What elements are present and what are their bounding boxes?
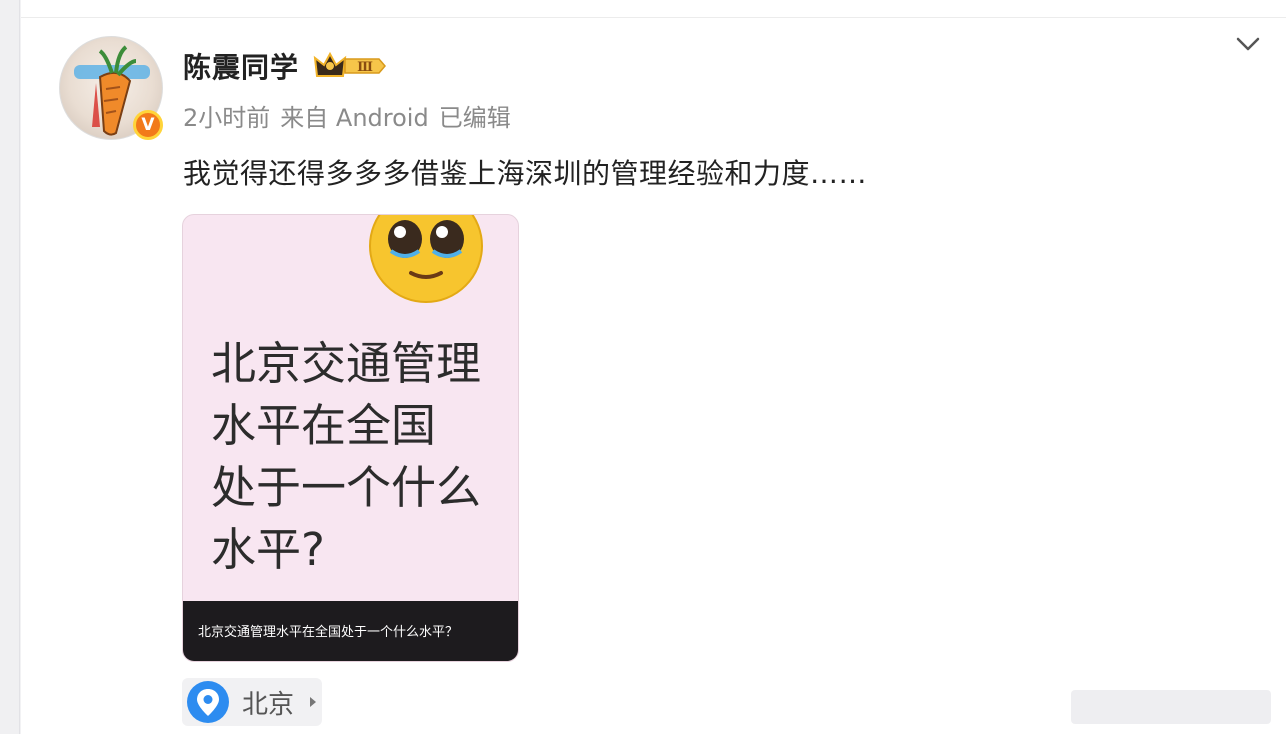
- image-title-line: 水平在全国: [211, 399, 437, 452]
- image-title-line: 水平?: [211, 523, 325, 576]
- chevron-down-icon[interactable]: [1234, 32, 1262, 56]
- location-pin-icon: [187, 681, 229, 723]
- chevron-right-icon: [310, 697, 317, 707]
- left-rail: [0, 0, 20, 734]
- username[interactable]: 陈震同学: [183, 46, 299, 86]
- verified-badge-label: V: [141, 115, 155, 135]
- location-tag[interactable]: 北京: [182, 678, 322, 726]
- image-title-line: 处于一个什么: [211, 461, 482, 514]
- weibo-post-card: V 陈震同学 Ⅲ 2小时前 来自 Android 已编辑 我觉得还得多多多借鉴上…: [21, 0, 1286, 734]
- image-title: 北京交通管理 水平在全国 处于一个什么 水平?: [211, 333, 511, 581]
- verified-badge: V: [133, 110, 163, 140]
- post-time[interactable]: 2小时前: [183, 98, 270, 133]
- post-meta: 2小时前 来自 Android 已编辑: [183, 98, 511, 133]
- image-title-line: 北京交通管理: [211, 337, 482, 390]
- crown-icon[interactable]: Ⅲ: [311, 50, 387, 82]
- previous-item-edge: [21, 0, 1286, 18]
- post-text: 我觉得还得多多多借鉴上海深圳的管理经验和力度……: [183, 157, 868, 190]
- action-bar-placeholder: [1071, 690, 1271, 724]
- edited-label[interactable]: 已编辑: [439, 98, 511, 133]
- pleading-face-emoji: [369, 215, 483, 303]
- post-image[interactable]: 北京交通管理 水平在全国 处于一个什么 水平? 北京交通管理水平在全国处于一个什…: [182, 214, 519, 662]
- location-label: 北京: [242, 689, 295, 720]
- image-caption: 北京交通管理水平在全国处于一个什么水平？: [198, 625, 459, 640]
- image-caption-bar: 北京交通管理水平在全国处于一个什么水平？: [183, 601, 518, 661]
- vip-level-label: Ⅲ: [357, 60, 373, 75]
- post-source: 来自 Android: [280, 104, 429, 132]
